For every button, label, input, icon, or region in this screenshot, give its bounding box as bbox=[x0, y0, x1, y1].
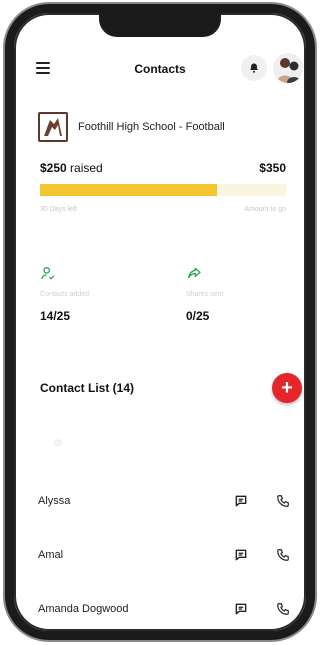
contact-list-title: Contact List (14) bbox=[40, 381, 135, 395]
contact-row[interactable]: Alyssa bbox=[14, 489, 306, 515]
contact-name: Alyssa bbox=[38, 495, 71, 507]
goal-amount: $350 bbox=[259, 161, 286, 175]
fundraising-progress-bar bbox=[40, 184, 286, 196]
contact-row[interactable]: Amanda Dogwood bbox=[14, 597, 306, 623]
stat-value: 14/25 bbox=[40, 309, 71, 323]
raised-value: $250 bbox=[40, 161, 67, 175]
user-avatar[interactable] bbox=[273, 53, 303, 83]
stat-shares-sent: Shares sent 0/25 bbox=[186, 265, 306, 323]
raised-amount: $250 raised bbox=[40, 161, 103, 175]
add-contact-button[interactable]: + bbox=[272, 373, 302, 403]
progress-fill bbox=[40, 184, 218, 196]
message-icon[interactable] bbox=[234, 548, 248, 562]
stat-label: Shares sent bbox=[186, 291, 224, 298]
avatar-photo-icon bbox=[277, 58, 301, 83]
notifications-button[interactable] bbox=[241, 55, 267, 81]
team-header: Foothill High School - Football bbox=[38, 112, 296, 144]
team-name: Foothill High School - Football bbox=[78, 121, 225, 133]
contact-name: Amal bbox=[38, 549, 64, 561]
app-screen: Contacts Foothill High School - Football… bbox=[14, 13, 306, 631]
phone-icon[interactable] bbox=[276, 548, 290, 562]
placeholder-dot bbox=[54, 439, 62, 447]
contact-name: Amanda Dogwood bbox=[38, 603, 129, 615]
raised-label: raised bbox=[70, 161, 103, 175]
days-left-caption: 30 Days left bbox=[40, 206, 77, 213]
team-mascot-icon bbox=[44, 118, 62, 136]
stat-label: Contacts added bbox=[40, 291, 90, 298]
stat-value: 0/25 bbox=[186, 309, 210, 323]
team-logo bbox=[38, 112, 68, 142]
bell-icon bbox=[250, 63, 258, 73]
phone-frame: Contacts Foothill High School - Football… bbox=[5, 4, 315, 640]
contact-row[interactable]: Amal bbox=[14, 543, 306, 569]
top-bar: Contacts bbox=[14, 53, 306, 87]
message-icon[interactable] bbox=[234, 494, 248, 508]
stat-contacts-added: Contacts added 14/25 bbox=[40, 265, 160, 323]
phone-icon[interactable] bbox=[276, 602, 290, 616]
amount-to-go-caption: Amount to go bbox=[244, 206, 286, 213]
share-arrow-icon bbox=[186, 265, 306, 283]
user-check-icon bbox=[40, 265, 160, 283]
phone-icon[interactable] bbox=[276, 494, 290, 508]
phone-notch bbox=[99, 13, 221, 37]
message-icon[interactable] bbox=[234, 602, 248, 616]
